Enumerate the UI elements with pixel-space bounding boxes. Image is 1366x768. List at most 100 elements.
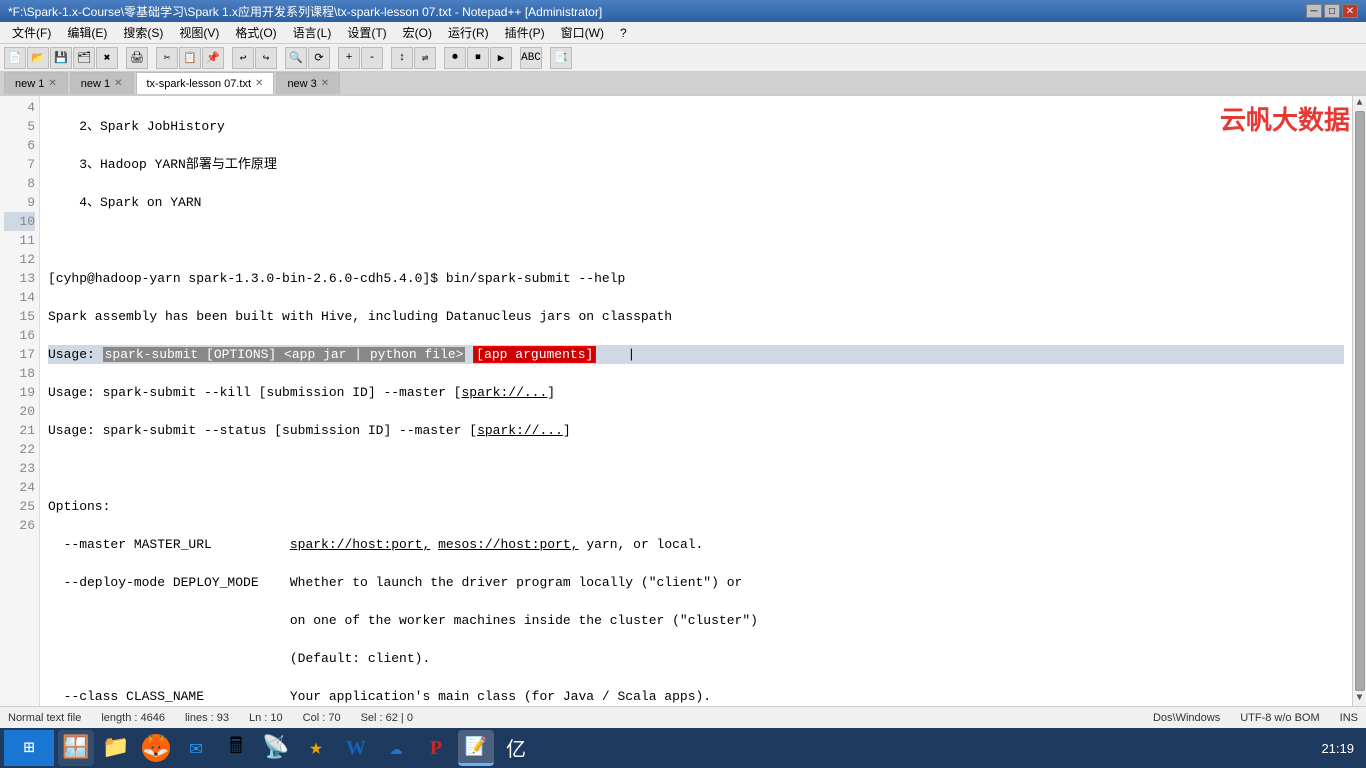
tab-new1[interactable]: new 1 ✕ <box>4 72 68 94</box>
line-10: Usage: spark-submit [OPTIONS] <app jar |… <box>48 345 1344 364</box>
recent-files[interactable]: 📑 <box>550 47 572 69</box>
editor-content[interactable]: 2、Spark JobHistory 3、Hadoop YARN部署与工作原理 … <box>40 96 1352 706</box>
window-title: *F:\Spark-1.x-Course\零基础学习\Spark 1.x应用开发… <box>8 3 1306 20</box>
taskbar: ⊞ 🪟 📁 🦊 ✉ 🖩 📡 ★ W ☁ P <box>0 728 1366 768</box>
line-8: [cyhp@hadoop-yarn spark-1.3.0-bin-2.6.0-… <box>48 269 1344 288</box>
encoding: UTF-8 w/o BOM <box>1240 712 1319 724</box>
macro-stop[interactable]: ⏹ <box>467 47 489 69</box>
taskbar-icon-1[interactable]: 🪟 <box>58 730 94 766</box>
menu-macro[interactable]: 宏(O) <box>395 22 440 43</box>
spell-check[interactable]: ABC <box>520 47 542 69</box>
tab-new1-close[interactable]: ✕ <box>48 78 56 89</box>
undo-button[interactable]: ↩ <box>232 47 254 69</box>
vertical-scrollbar[interactable]: ▲ ▼ <box>1352 96 1366 706</box>
zoom-out-button[interactable]: - <box>361 47 383 69</box>
line-17: on one of the worker machines inside the… <box>48 611 1344 630</box>
tab-new2-close[interactable]: ✕ <box>114 78 122 89</box>
wrap-button[interactable]: ⇌ <box>414 47 436 69</box>
line-ending: Dos\Windows <box>1153 712 1220 724</box>
sync-button[interactable]: ↕ <box>391 47 413 69</box>
tab-new3[interactable]: new 3 ✕ <box>276 72 340 94</box>
copy-button[interactable]: 📋 <box>179 47 201 69</box>
taskbar-icon-2[interactable]: 📁 <box>98 730 134 766</box>
taskbar-icon-3[interactable]: 🦊 <box>138 730 174 766</box>
line-19: --class CLASS_NAME Your application's ma… <box>48 687 1344 706</box>
scrollbar-thumb[interactable] <box>1355 111 1365 691</box>
line-12: Usage: spark-submit --status [submission… <box>48 421 1344 440</box>
tab-main-label: tx-spark-lesson 07.txt <box>147 78 252 90</box>
paste-button[interactable]: 📌 <box>202 47 224 69</box>
zoom-in-button[interactable]: + <box>338 47 360 69</box>
minimize-button[interactable]: ─ <box>1306 4 1322 18</box>
menu-plugins[interactable]: 插件(P) <box>497 22 553 43</box>
save-all-button[interactable]: 🗂 <box>73 47 95 69</box>
find-button[interactable]: 🔍 <box>285 47 307 69</box>
sel-info: Sel : 62 | 0 <box>361 712 413 724</box>
line-18: (Default: client). <box>48 649 1344 668</box>
ins-mode: INS <box>1340 712 1358 724</box>
taskbar-icon-4[interactable]: ✉ <box>178 730 214 766</box>
macro-record[interactable]: ⏺ <box>444 47 466 69</box>
scrollbar-up[interactable]: ▲ <box>1356 98 1362 109</box>
tab-new2[interactable]: new 1 ✕ <box>70 72 134 94</box>
new-button[interactable]: 📄 <box>4 47 26 69</box>
tab-new3-close[interactable]: ✕ <box>321 78 329 89</box>
taskbar-icon-7[interactable]: ★ <box>298 730 334 766</box>
toolbar: 📄 📂 💾 🗂 ✖ 🖨 ✂ 📋 📌 ↩ ↪ 🔍 ⟳ + - ↕ ⇌ ⏺ ⏹ ▶ … <box>0 44 1366 72</box>
line-6: 4、Spark on YARN <box>48 193 1344 212</box>
taskbar-icon-9[interactable]: ☁ <box>378 730 414 766</box>
tab-main[interactable]: tx-spark-lesson 07.txt ✕ <box>136 72 275 94</box>
line-16: --deploy-mode DEPLOY_MODE Whether to lau… <box>48 573 1344 592</box>
close-button[interactable]: ✖ <box>96 47 118 69</box>
window-controls: ─ □ ✕ <box>1306 4 1358 18</box>
scrollbar-down[interactable]: ▼ <box>1356 693 1362 704</box>
menu-format[interactable]: 格式(O) <box>227 22 284 43</box>
line-7 <box>48 231 1344 250</box>
taskbar-icon-5[interactable]: 🖩 <box>218 730 254 766</box>
menu-view[interactable]: 视图(V) <box>171 22 227 43</box>
open-button[interactable]: 📂 <box>27 47 49 69</box>
file-type: Normal text file <box>8 712 81 724</box>
taskbar-right: 21:19 <box>1313 741 1362 756</box>
taskbar-icon-8[interactable]: W <box>338 730 374 766</box>
maximize-button[interactable]: □ <box>1324 4 1340 18</box>
print-button[interactable]: 🖨 <box>126 47 148 69</box>
ln-info: Ln : 10 <box>249 712 283 724</box>
menu-edit[interactable]: 编辑(E) <box>59 22 115 43</box>
menu-search[interactable]: 搜索(S) <box>115 22 171 43</box>
line-9: Spark assembly has been built with Hive,… <box>48 307 1344 326</box>
menu-window[interactable]: 窗口(W) <box>553 22 612 43</box>
menu-settings[interactable]: 设置(T) <box>339 22 394 43</box>
taskbar-icons: 🪟 📁 🦊 ✉ 🖩 📡 ★ W ☁ P 📝 <box>54 730 1313 766</box>
menu-file[interactable]: 文件(F) <box>4 22 59 43</box>
length-info: length : 4646 <box>101 712 165 724</box>
tab-new3-label: new 3 <box>287 78 316 90</box>
taskbar-icon-notepad[interactable]: 📝 <box>458 730 494 766</box>
taskbar-icon-6[interactable]: 📡 <box>258 730 294 766</box>
save-button[interactable]: 💾 <box>50 47 72 69</box>
title-bar: *F:\Spark-1.x-Course\零基础学习\Spark 1.x应用开发… <box>0 0 1366 22</box>
taskbar-icon-10[interactable]: P <box>418 730 454 766</box>
tab-new1-label: new 1 <box>15 78 44 90</box>
tab-main-close[interactable]: ✕ <box>255 78 263 89</box>
replace-button[interactable]: ⟳ <box>308 47 330 69</box>
line-5: 3、Hadoop YARN部署与工作原理 <box>48 155 1344 174</box>
tab-bar: new 1 ✕ new 1 ✕ tx-spark-lesson 07.txt ✕… <box>0 72 1366 96</box>
menu-run[interactable]: 运行(R) <box>440 22 497 43</box>
line-14: Options: <box>48 497 1344 516</box>
macro-play[interactable]: ▶ <box>490 47 512 69</box>
watermark: 云帆大数据 <box>1220 100 1350 137</box>
lines-info: lines : 93 <box>185 712 229 724</box>
taskbar-icon-11[interactable]: 亿 <box>498 730 534 766</box>
status-bar: Normal text file length : 4646 lines : 9… <box>0 706 1366 728</box>
line-4: 2、Spark JobHistory <box>48 117 1344 136</box>
col-info: Col : 70 <box>303 712 341 724</box>
menu-help[interactable]: ? <box>612 24 635 42</box>
cut-button[interactable]: ✂ <box>156 47 178 69</box>
redo-button[interactable]: ↪ <box>255 47 277 69</box>
line-13 <box>48 459 1344 478</box>
tab-new2-label: new 1 <box>81 78 110 90</box>
start-button[interactable]: ⊞ <box>4 730 54 766</box>
menu-language[interactable]: 语言(L) <box>285 22 340 43</box>
close-button[interactable]: ✕ <box>1342 4 1358 18</box>
